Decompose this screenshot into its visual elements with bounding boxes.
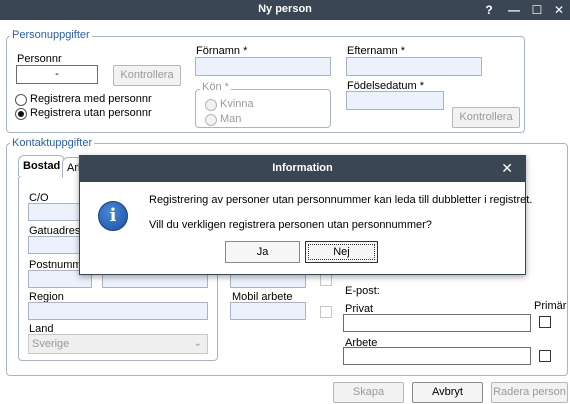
dialog-title: Information	[272, 162, 333, 174]
dialog-message-line2: Vill du verkligen registrera personen ut…	[149, 219, 432, 231]
dialog-message-line1: Registrering av personer utan personnumm…	[149, 194, 533, 206]
mobil-arbete-input[interactable]	[230, 302, 306, 320]
chevron-down-icon: ⌄	[193, 338, 202, 349]
maximize-icon[interactable]: ☐	[526, 0, 548, 20]
epost-privat-input[interactable]	[343, 314, 531, 332]
personnr-input[interactable]: -	[16, 65, 98, 84]
info-icon: i	[98, 201, 128, 231]
skapa-button[interactable]: Skapa	[333, 382, 404, 403]
information-dialog: Information ✕ i Registrering av personer…	[79, 155, 532, 275]
mobil-arbete-primary-checkbox[interactable]	[320, 306, 332, 318]
kontrollera-fodelsedatum-button[interactable]: Kontrollera	[452, 107, 520, 128]
radio-with-personnr-label: Registrera med personnr	[30, 93, 152, 105]
epost-arbete-input[interactable]	[343, 347, 531, 365]
land-select-value: Sverige	[32, 338, 70, 350]
close-icon[interactable]: ✕	[548, 0, 570, 20]
dialog-no-button[interactable]: Nej	[305, 241, 378, 263]
kontrollera-personnr-button[interactable]: Kontrollera	[113, 65, 181, 86]
radio-kvinna-label: Kvinna	[220, 98, 254, 110]
efternamn-label: Efternamn *	[347, 45, 406, 57]
personnr-label: Personnr	[17, 53, 62, 65]
kontaktuppgifter-legend: Kontaktuppgifter	[10, 137, 95, 149]
personuppgifter-legend: Personuppgifter	[10, 29, 92, 41]
radio-without-personnr[interactable]	[15, 108, 27, 120]
efternamn-input[interactable]	[346, 57, 482, 76]
fornamn-label: Förnamn *	[196, 45, 248, 57]
dialog-close-icon[interactable]: ✕	[501, 160, 513, 177]
radera-person-button[interactable]: Radera person	[491, 382, 568, 403]
epost-privat-primary-checkbox[interactable]	[539, 316, 551, 328]
fodelsedatum-input[interactable]	[346, 91, 444, 110]
radio-man-label: Man	[220, 113, 242, 125]
fornamn-input[interactable]	[195, 57, 331, 76]
dialog-yes-button[interactable]: Ja	[225, 241, 300, 263]
epost-label: E-post:	[345, 285, 380, 297]
window-title-bar: Ny person ? — ☐ ✕	[0, 0, 570, 20]
kon-legend: Kön *	[200, 81, 231, 93]
phone-primary-checkbox[interactable]	[320, 274, 332, 286]
avbryt-button[interactable]: Avbryt	[412, 382, 483, 403]
help-icon[interactable]: ?	[478, 0, 500, 20]
radio-man[interactable]	[205, 114, 217, 126]
region-input[interactable]	[28, 302, 208, 320]
radio-with-personnr[interactable]	[15, 94, 27, 106]
radio-kvinna[interactable]	[205, 99, 217, 111]
dialog-title-bar: Information ✕	[80, 156, 525, 182]
epost-arbete-primary-checkbox[interactable]	[539, 350, 551, 362]
radio-without-personnr-label: Registrera utan personnr	[30, 107, 152, 119]
land-select[interactable]: Sverige ⌄	[28, 334, 208, 354]
tab-bostad[interactable]: Bostad	[18, 155, 66, 176]
minimize-icon[interactable]: —	[503, 0, 525, 20]
primar-label: Primär	[534, 300, 567, 312]
